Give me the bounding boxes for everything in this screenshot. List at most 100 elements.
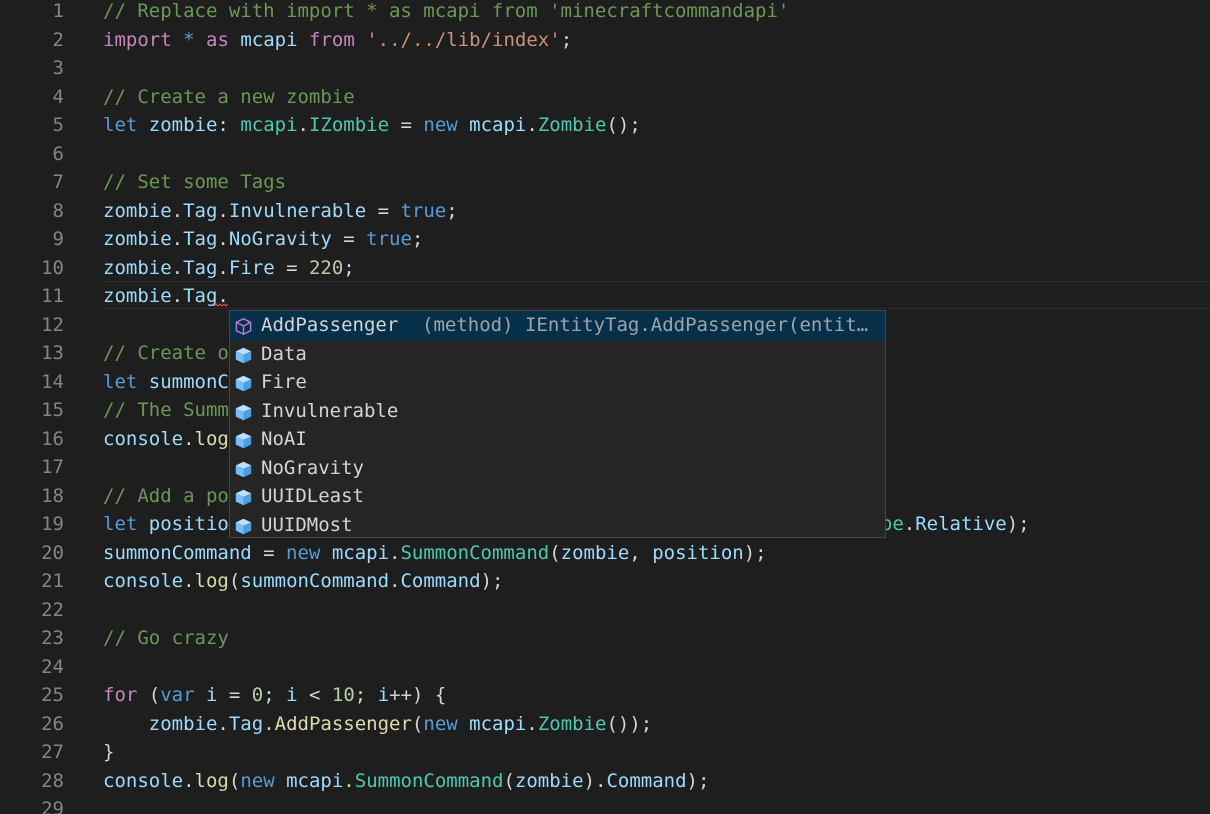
code-token: Command: [400, 570, 481, 592]
code-token: );: [743, 541, 767, 564]
line-number: 17: [41, 456, 64, 478]
line-code[interactable]: console.log: [103, 425, 229, 454]
code-token: i: [206, 684, 218, 706]
property-icon: [234, 459, 253, 478]
line-number: 2: [52, 28, 64, 51]
line-number: 14: [41, 370, 64, 393]
code-line[interactable]: 27}: [0, 738, 1210, 767]
method-cube-icon: [234, 316, 253, 336]
line-code[interactable]: import * as mcapi from '../../lib/index'…: [103, 26, 572, 55]
code-token: =: [251, 541, 287, 564]
code-token: IZombie: [308, 114, 390, 136]
line-code[interactable]: // Set some Tags: [103, 168, 286, 197]
line-code[interactable]: let zombie: mcapi.IZombie = new mcapi.Zo…: [103, 111, 641, 140]
code-line[interactable]: 9 zombie.Tag.NoGravity = true;: [0, 225, 1210, 254]
line-code[interactable]: console.log(new mcapi.SummonCommand(zomb…: [103, 767, 709, 796]
suggestion-item-invulnerable[interactable]: Invulnerable: [230, 397, 885, 426]
line-number: 22: [41, 598, 64, 621]
code-token: let: [103, 513, 138, 535]
suggestion-item-addpassenger[interactable]: AddPassenger (method) IEntityTag.AddPasse…: [230, 311, 885, 340]
line-code[interactable]: console.log(summonCommand.Command);: [103, 567, 503, 596]
code-line[interactable]: 1 // Replace with import * as mcapi from …: [0, 0, 1210, 26]
line-code[interactable]: zombie.Tag.NoGravity = true;: [103, 225, 423, 254]
line-code[interactable]: zombie.Tag.: [103, 282, 229, 311]
line-code[interactable]: summonCommand = new mcapi.SummonCommand(…: [103, 539, 767, 568]
code-line[interactable]: 28 console.log(new mcapi.SummonCommand(zo…: [0, 767, 1210, 796]
code-token: .: [171, 285, 184, 307]
code-token: var: [160, 684, 195, 706]
code-token: position: [652, 541, 744, 564]
code-line[interactable]: 23 // Go crazy: [0, 624, 1210, 653]
code-line[interactable]: 3: [0, 54, 1210, 83]
code-token: .: [217, 256, 229, 279]
suggestion-item-uuidleast[interactable]: UUIDLeast: [230, 482, 885, 511]
code-token: Tag: [183, 228, 218, 250]
line-number: 15: [41, 399, 64, 421]
code-line[interactable]: 10 zombie.Tag.Fire = 220;: [0, 254, 1210, 283]
code-token: new: [423, 114, 458, 136]
code-line[interactable]: 5 let zombie: mcapi.IZombie = new mcapi.Z…: [0, 111, 1210, 140]
code-line[interactable]: 21 console.log(summonCommand.Command);: [0, 567, 1210, 596]
code-token: .: [389, 541, 401, 564]
code-line[interactable]: 11 zombie.Tag.: [0, 282, 1210, 311]
line-number: 7: [52, 171, 64, 193]
suggestion-item-data[interactable]: Data: [230, 340, 885, 369]
line-code[interactable]: // Replace with import * as mcapi from '…: [103, 0, 789, 26]
line-code[interactable]: // Add a po: [103, 482, 229, 511]
code-token: .: [526, 114, 538, 136]
code-line[interactable]: 20 summonCommand = new mcapi.SummonComman…: [0, 539, 1210, 568]
code-token: // Create a new zombie: [103, 85, 355, 108]
code-token: // The Summ: [103, 399, 229, 421]
suggestion-widget[interactable]: AddPassenger (method) IEntityTag.AddPasse…: [229, 310, 886, 538]
code-token: import: [103, 28, 172, 51]
code-line[interactable]: 8 zombie.Tag.Invulnerable = true;: [0, 197, 1210, 226]
code-line[interactable]: 6: [0, 140, 1210, 169]
code-token: .: [389, 570, 401, 592]
line-code[interactable]: for (var i = 0; i < 10; i++) {: [103, 681, 446, 710]
code-token: zombie: [103, 199, 172, 222]
code-line[interactable]: 2 import * as mcapi from '../../lib/index…: [0, 26, 1210, 55]
line-number: 20: [41, 541, 64, 564]
code-token: ;: [411, 228, 424, 250]
code-editor[interactable]: 1 // Replace with import * as mcapi from …: [0, 0, 1210, 814]
code-line[interactable]: 4 // Create a new zombie: [0, 83, 1210, 112]
line-code[interactable]: // The Summ: [103, 396, 229, 425]
line-code[interactable]: // Create o: [103, 339, 229, 368]
code-token: 220: [308, 256, 344, 279]
code-token: Zombie: [537, 114, 607, 136]
line-code[interactable]: zombie.Tag.AddPassenger(new mcapi.Zombie…: [103, 710, 652, 739]
line-code[interactable]: zombie.Tag.Fire = 220;: [103, 254, 355, 283]
code-token: ());: [606, 712, 653, 735]
suggestion-item-uuidmost[interactable]: UUIDMost: [230, 511, 885, 538]
suggestion-item-noai[interactable]: NoAI: [230, 425, 885, 454]
code-token: <: [297, 684, 332, 706]
code-token: summonCommand: [240, 570, 390, 592]
code-token: .: [183, 570, 195, 592]
code-line[interactable]: 25 for (var i = 0; i < 10; i++) {: [0, 681, 1210, 710]
code-token: 0: [251, 684, 264, 706]
code-line[interactable]: 24: [0, 653, 1210, 682]
code-line[interactable]: 7 // Set some Tags: [0, 168, 1210, 197]
code-token: .: [183, 427, 195, 450]
suggestion-item-fire[interactable]: Fire: [230, 368, 885, 397]
line-code[interactable]: zombie.Tag.Invulnerable = true;: [103, 197, 458, 226]
line-code[interactable]: // Create a new zombie: [103, 83, 355, 112]
line-number: 10: [41, 256, 64, 279]
code-line[interactable]: 22: [0, 596, 1210, 625]
code-token: (: [411, 712, 424, 735]
line-code[interactable]: }: [103, 738, 114, 767]
code-line[interactable]: 26 zombie.Tag.AddPassenger(new mcapi.Zom…: [0, 710, 1210, 739]
code-token: *: [183, 28, 195, 51]
line-code[interactable]: // Go crazy: [103, 624, 229, 653]
suggestion-item-nogravity[interactable]: NoGravity: [230, 454, 885, 483]
code-line[interactable]: 29: [0, 795, 1210, 814]
code-token: let: [103, 114, 138, 136]
suggestion-label: NoAI: [261, 428, 307, 450]
code-token: true: [366, 228, 412, 250]
code-token: summonC: [148, 370, 229, 393]
